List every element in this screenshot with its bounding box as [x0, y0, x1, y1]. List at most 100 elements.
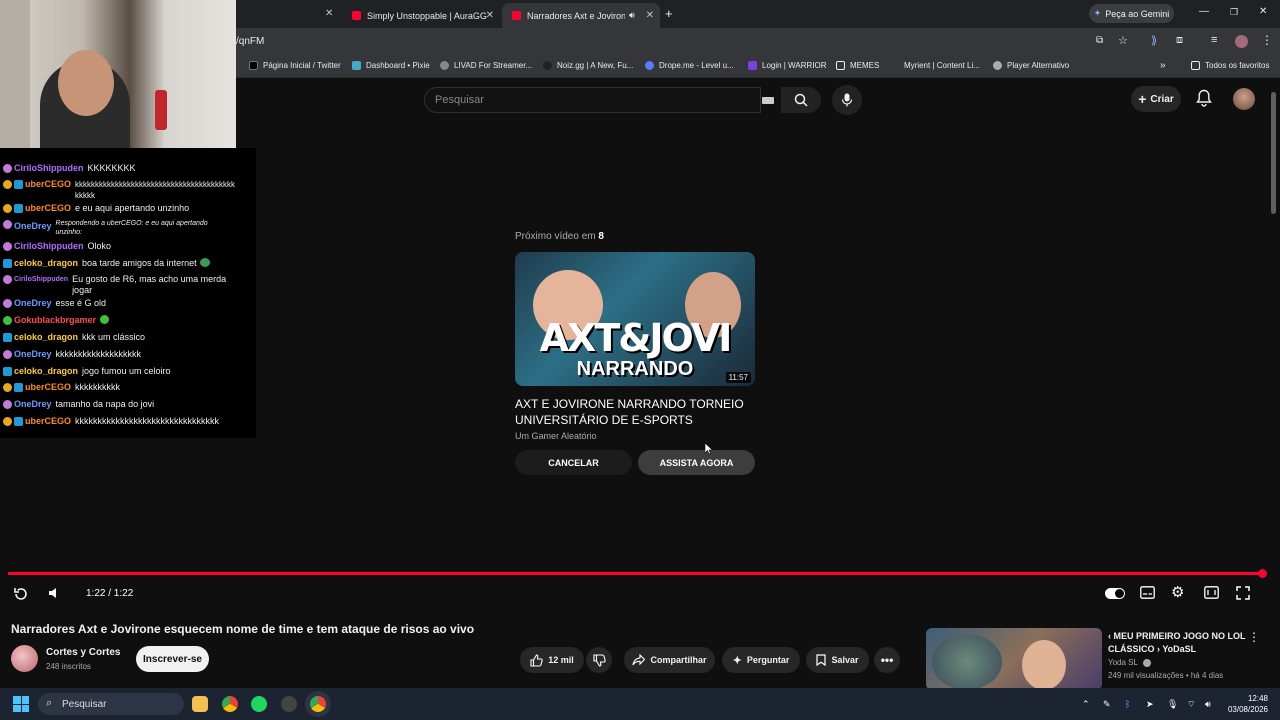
bookmark-drope[interactable]: Drope.me - Level u...	[645, 61, 734, 70]
pen-icon[interactable]: ✎	[1103, 699, 1111, 710]
recommended-channel[interactable]: Yoda SL	[1108, 658, 1151, 667]
user-avatar[interactable]	[1233, 88, 1255, 110]
badge-icon	[14, 417, 23, 426]
all-bookmarks-label: Todos os favoritos	[1205, 61, 1270, 70]
spotify-icon[interactable]	[251, 696, 267, 712]
bookmark-noiz[interactable]: Noiz.gg | A New, Fu...	[543, 61, 633, 70]
location-icon[interactable]: ➤	[1146, 699, 1154, 710]
extension-icon[interactable]: ⟫	[1151, 34, 1157, 47]
more-vertical-icon[interactable]: ⋮	[1248, 630, 1260, 644]
theater-mode-button[interactable]	[1204, 586, 1219, 604]
tab-narradores[interactable]: Narradores Axt e Jovirone e 🔊︎ ✕	[502, 3, 660, 28]
chat-text: KKKKKKKK	[87, 163, 136, 173]
save-button[interactable]: Salvar	[806, 647, 869, 673]
chrome-active-icon[interactable]	[310, 696, 326, 712]
streamer-head	[58, 50, 114, 116]
bookmark-warrior[interactable]: Login | WARRIOR	[748, 61, 826, 70]
tab-auragg[interactable]: Simply Unstoppable | AuraGG.c ✕	[342, 3, 500, 28]
bookmark-dashboard[interactable]: Dashboard • Pixie	[352, 61, 430, 70]
subscribe-button[interactable]: Inscrever-se	[136, 646, 209, 672]
close-icon[interactable]: ✕	[486, 10, 494, 21]
dislike-button[interactable]	[586, 647, 612, 673]
bookmark-player[interactable]: Player Alternativo	[993, 61, 1069, 70]
recommended-title[interactable]: ‹ MEU PRIMEIRO JOGO NO LOL CLÁSSICO › Yo…	[1108, 630, 1248, 656]
bookmark-livad[interactable]: LIVAD For Streamer...	[440, 61, 532, 70]
profile-icon[interactable]	[1235, 35, 1248, 48]
file-explorer-icon[interactable]	[192, 696, 208, 712]
notifications-button[interactable]	[1196, 89, 1212, 112]
bookmark-myrient[interactable]: Myrient | Content Li...	[890, 61, 980, 70]
speaker-icon[interactable]: 🔊︎	[629, 10, 635, 21]
chat-text: kkkkkkkkkkkkkkkkkkkkkkkkkkkkkkkk	[75, 416, 220, 426]
star-icon[interactable]: ☆	[1118, 34, 1128, 47]
volume-button[interactable]	[48, 586, 62, 605]
bookmark-label: Login | WARRIOR	[762, 61, 827, 70]
drope-icon	[645, 61, 654, 70]
obs-icon[interactable]	[281, 696, 297, 712]
next-video-channel[interactable]: Um Gamer Aleatório	[515, 431, 597, 441]
keyboard-icon[interactable]	[762, 97, 774, 104]
all-bookmarks[interactable]: Todos os favoritos	[1191, 61, 1269, 70]
bookmark-label: Player Alternativo	[1007, 61, 1070, 70]
wifi-icon[interactable]: ⌔	[1187, 699, 1195, 710]
next-video-title[interactable]: AXT E JOVIRONE NARRANDO TORNEIO UNIVERSI…	[515, 396, 765, 428]
mic-tray-icon[interactable]: 🎙︎	[1167, 699, 1178, 710]
settings-button[interactable]: ⚙	[1171, 583, 1184, 601]
chat-user: celoko_dragon	[14, 332, 79, 342]
taskbar-search[interactable]: ⌕ Pesquisar	[38, 693, 184, 715]
gear-icon	[440, 61, 449, 70]
gemini-button[interactable]: ✦ Peça ao Gemini	[1089, 4, 1174, 23]
like-button[interactable]: 12 mil	[520, 647, 584, 673]
taskbar-clock[interactable]: 12:48 03/08/2026	[1224, 693, 1268, 715]
captions-icon	[1140, 586, 1155, 599]
bluetooth-icon[interactable]: ᛒ	[1125, 699, 1130, 709]
chrome-icon[interactable]	[222, 696, 238, 712]
ask-button[interactable]: ✦ Perguntar	[722, 647, 800, 673]
media-icon[interactable]: ≡	[1211, 34, 1217, 46]
install-icon[interactable]: ⧉	[1096, 35, 1103, 46]
channel-name[interactable]: Cortes y Cortes	[46, 647, 120, 658]
autoplay-toggle[interactable]	[1105, 588, 1125, 599]
search-button[interactable]	[781, 87, 821, 113]
verified-icon	[1142, 658, 1151, 667]
tab-close-icon[interactable]: ✕	[325, 8, 333, 19]
speaker-tray-icon[interactable]: 🔊︎	[1205, 699, 1211, 710]
chat-text: tamanho da napa do jovi	[55, 399, 155, 409]
url-field[interactable]: /qnFM	[236, 36, 264, 47]
subtitles-button[interactable]	[1140, 586, 1155, 604]
more-actions-button[interactable]: •••	[874, 647, 900, 673]
restore-icon[interactable]: ❐	[1230, 7, 1238, 18]
windows-start-icon[interactable]	[13, 696, 29, 712]
badge-icon	[3, 299, 12, 308]
watch-now-button[interactable]: ASSISTA AGORA	[638, 450, 755, 475]
voice-search-button[interactable]	[832, 85, 862, 115]
minimize-icon[interactable]: —	[1199, 6, 1209, 17]
search-input[interactable]: Pesquisar	[424, 87, 761, 113]
recommended-thumbnail[interactable]	[926, 628, 1102, 690]
chat-text: boa tarde amigos da internet	[82, 258, 197, 268]
next-video-thumbnail[interactable]: AXT&JOVI NARRANDO 11:57	[515, 252, 755, 386]
chat-message: OneDrey kkkkkkkkkkkkkkkkkkk	[3, 349, 141, 360]
fullscreen-button[interactable]	[1236, 586, 1250, 605]
channel-avatar[interactable]	[11, 645, 38, 672]
puzzle-icon[interactable]: ⧈	[1176, 34, 1183, 47]
create-button[interactable]: + Criar	[1131, 86, 1181, 112]
webcam-overlay	[0, 0, 236, 148]
window-close-icon[interactable]: ✕	[1259, 6, 1267, 17]
close-icon[interactable]: ✕	[646, 10, 654, 21]
new-tab-icon[interactable]: +	[665, 6, 673, 21]
page-scrollbar[interactable]	[1271, 92, 1276, 214]
chevron-right-icon[interactable]: »	[1160, 60, 1166, 71]
cancel-button[interactable]: CANCELAR	[515, 450, 632, 475]
bookmark-twitter[interactable]: Página Inicial / Twitter	[249, 61, 341, 70]
replay-button[interactable]	[13, 586, 29, 607]
chat-user: uberCEGO	[25, 382, 72, 392]
chevron-up-icon[interactable]: ⌃	[1082, 699, 1090, 710]
mouse-cursor-icon	[705, 443, 713, 455]
chat-text-wrap: kkkkkkkkkkkkkkkkkkkkkkkkkkkkkkkkkkkkkkkk…	[75, 179, 235, 201]
bookmark-memes[interactable]: MEMES	[836, 61, 879, 70]
video-progress-bar[interactable]	[8, 569, 1267, 578]
menu-icon[interactable]: ⋮	[1261, 33, 1273, 47]
share-button[interactable]: Compartilhar	[624, 647, 715, 673]
scrubber-handle[interactable]	[1258, 569, 1267, 578]
